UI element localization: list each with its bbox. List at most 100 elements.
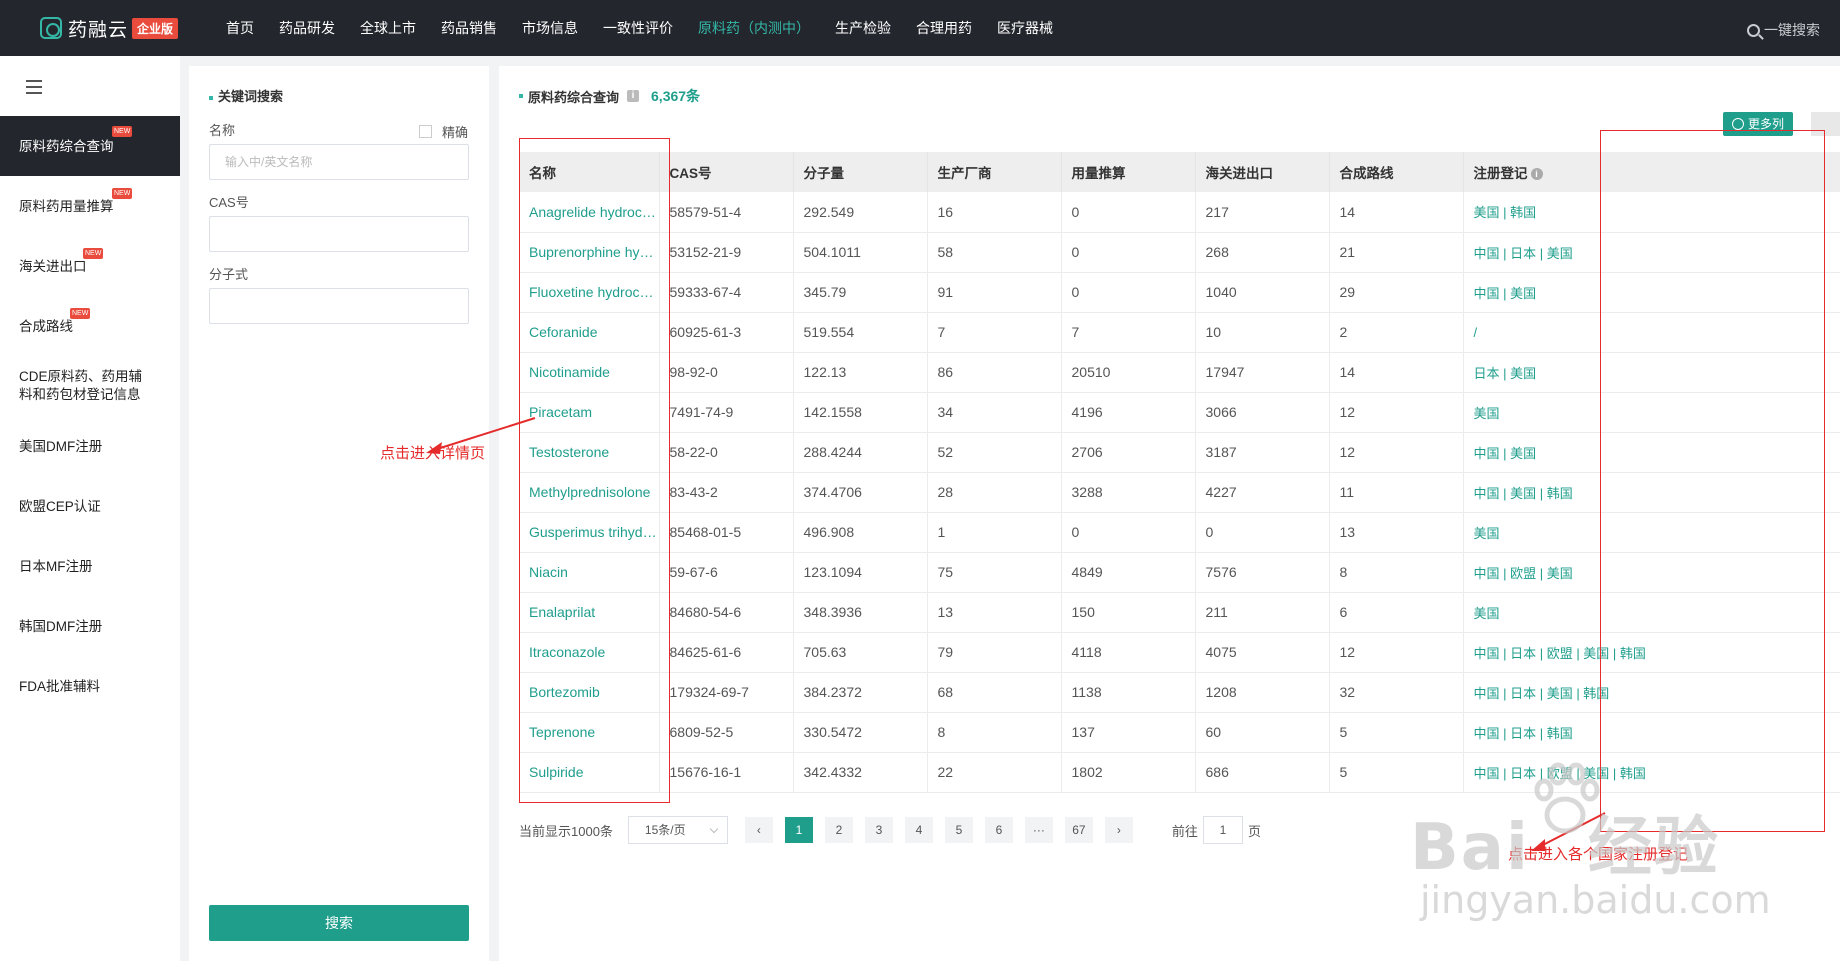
- menu-icon[interactable]: [26, 80, 42, 98]
- sidebar-item[interactable]: CDE原料药、药用辅料和药包材登记信息: [0, 368, 150, 404]
- column-header[interactable]: 合成路线: [1329, 152, 1464, 192]
- sidebar-item-label: 日本MF注册: [19, 559, 93, 574]
- sidebar-item-label: 韩国DMF注册: [19, 619, 103, 634]
- goto-input[interactable]: 1: [1202, 816, 1243, 844]
- table-cell: 32: [1329, 672, 1464, 713]
- table-cell: 7: [1061, 312, 1196, 353]
- sidebar-item[interactable]: 合成路线 NEW: [0, 308, 180, 336]
- sidebar-item[interactable]: FDA批准辅料: [0, 678, 180, 696]
- table-cell: 179324-69-7: [659, 672, 794, 713]
- table-cell: 217: [1195, 192, 1330, 233]
- nav-item[interactable]: 原料药（内测中）: [698, 18, 810, 38]
- table-cell: 13: [927, 592, 1062, 633]
- prev-page-button[interactable]: ‹: [744, 817, 773, 843]
- table-cell: 12: [1329, 392, 1464, 433]
- column-header-label: 合成路线: [1339, 166, 1394, 181]
- page-size-select[interactable]: 15条/页: [627, 816, 728, 844]
- table-cell: 1040: [1195, 272, 1330, 313]
- page-button[interactable]: 3: [864, 817, 893, 843]
- global-search-label: 一键搜索: [1764, 22, 1820, 38]
- nav-item[interactable]: 药品销售: [441, 18, 497, 38]
- nav-item[interactable]: 一致性评价: [603, 18, 673, 38]
- logo-name: 药融云: [68, 19, 129, 41]
- checkbox-icon: [419, 125, 432, 138]
- sidebar-item[interactable]: 海关进出口 NEW: [0, 248, 180, 276]
- sidebar-item-label: 原料药用量推算: [19, 199, 114, 214]
- table-cell: 16: [927, 192, 1062, 233]
- logo[interactable]: 药融云 企业版: [40, 15, 190, 42]
- page-button[interactable]: 2: [824, 817, 853, 843]
- nav-item[interactable]: 首页: [226, 18, 254, 38]
- exact-checkbox[interactable]: 精确: [419, 122, 468, 141]
- table-cell: 8: [927, 712, 1062, 753]
- table-cell: 84680-54-6: [659, 592, 794, 633]
- nav-item[interactable]: 药品研发: [279, 18, 335, 38]
- page-button[interactable]: ···: [1024, 817, 1053, 843]
- table-cell: 0: [1061, 232, 1196, 273]
- table-cell: 12: [1329, 432, 1464, 473]
- sidebar-item[interactable]: 韩国DMF注册: [0, 618, 180, 636]
- table-cell: 98-92-0: [659, 352, 794, 393]
- table-cell: 60925-61-3: [659, 312, 794, 353]
- annotation-text-left: 点击进入详情页: [380, 445, 486, 462]
- table-cell: 504.1011: [793, 232, 928, 273]
- info-icon[interactable]: i: [627, 90, 640, 102]
- sidebar-item[interactable]: 原料药综合查询 NEW: [0, 116, 180, 176]
- page-button[interactable]: 67: [1064, 817, 1093, 843]
- info-icon[interactable]: i: [1530, 168, 1543, 181]
- column-header[interactable]: 生产厂商: [927, 152, 1062, 192]
- table-cell: 8: [1329, 552, 1464, 593]
- cas-label: CAS号: [209, 195, 249, 210]
- table-cell: 10: [1195, 312, 1330, 353]
- table-cell: 519.554: [793, 312, 928, 353]
- sidebar: 原料药综合查询 NEW 原料药用量推算 NEW 海关进出口 NEW 合成路线 NEW CDE原料…: [0, 56, 180, 961]
- page-button[interactable]: 6: [984, 817, 1013, 843]
- page-button[interactable]: 4: [904, 817, 933, 843]
- sidebar-item-label: 欧盟CEP认证: [19, 499, 101, 514]
- table-cell: 58: [927, 232, 1062, 273]
- nav-item[interactable]: 生产检验: [835, 18, 891, 38]
- sidebar-item[interactable]: 美国DMF注册: [0, 438, 180, 456]
- table-cell: 91: [927, 272, 1062, 313]
- nav-item[interactable]: 市场信息: [522, 18, 578, 38]
- page-button[interactable]: 1: [784, 817, 813, 843]
- table-cell: 292.549: [793, 192, 928, 233]
- nav-item[interactable]: 全球上市: [360, 18, 416, 38]
- table-cell: 7576: [1195, 552, 1330, 593]
- column-header[interactable]: 用量推算: [1061, 152, 1196, 192]
- column-header-label: 生产厂商: [937, 166, 992, 181]
- global-search[interactable]: 一键搜索: [1747, 20, 1820, 40]
- nav-item[interactable]: 医疗器械: [997, 18, 1053, 38]
- nav-item[interactable]: 合理用药: [916, 18, 972, 38]
- table-cell: 686: [1195, 752, 1330, 793]
- table-cell: 1: [927, 512, 1062, 553]
- formula-input[interactable]: [209, 288, 469, 324]
- table-cell: 345.79: [793, 272, 928, 313]
- table-cell: 68: [927, 672, 1062, 713]
- table-cell: 7: [927, 312, 1062, 353]
- table-cell: 4196: [1061, 392, 1196, 433]
- search-button[interactable]: 搜索: [209, 905, 469, 941]
- column-header-label: 海关进出口: [1205, 166, 1274, 181]
- table-cell: 86: [927, 352, 1062, 393]
- page-button[interactable]: 5: [944, 817, 973, 843]
- sidebar-item[interactable]: 原料药用量推算 NEW: [0, 188, 180, 216]
- column-header[interactable]: CAS号: [659, 152, 794, 192]
- table-cell: 4075: [1195, 632, 1330, 673]
- annotation-box-registration: [1600, 130, 1825, 832]
- sidebar-item-label: 合成路线: [19, 319, 73, 334]
- column-header[interactable]: 分子量: [793, 152, 928, 192]
- table-cell: 13: [1329, 512, 1464, 553]
- cas-input[interactable]: [209, 216, 469, 252]
- next-page-button[interactable]: ›: [1104, 817, 1133, 843]
- table-cell: 142.1558: [793, 392, 928, 433]
- column-header[interactable]: 海关进出口: [1195, 152, 1330, 192]
- table-cell: 6809-52-5: [659, 712, 794, 753]
- new-badge: NEW: [70, 308, 91, 319]
- exact-label: 精确: [442, 125, 469, 140]
- name-input[interactable]: 输入中/英文名称: [209, 144, 469, 180]
- table-cell: 14: [1329, 192, 1464, 233]
- sidebar-item[interactable]: 欧盟CEP认证: [0, 498, 180, 516]
- column-header-label: 注册登记: [1473, 166, 1528, 181]
- sidebar-item[interactable]: 日本MF注册: [0, 558, 180, 576]
